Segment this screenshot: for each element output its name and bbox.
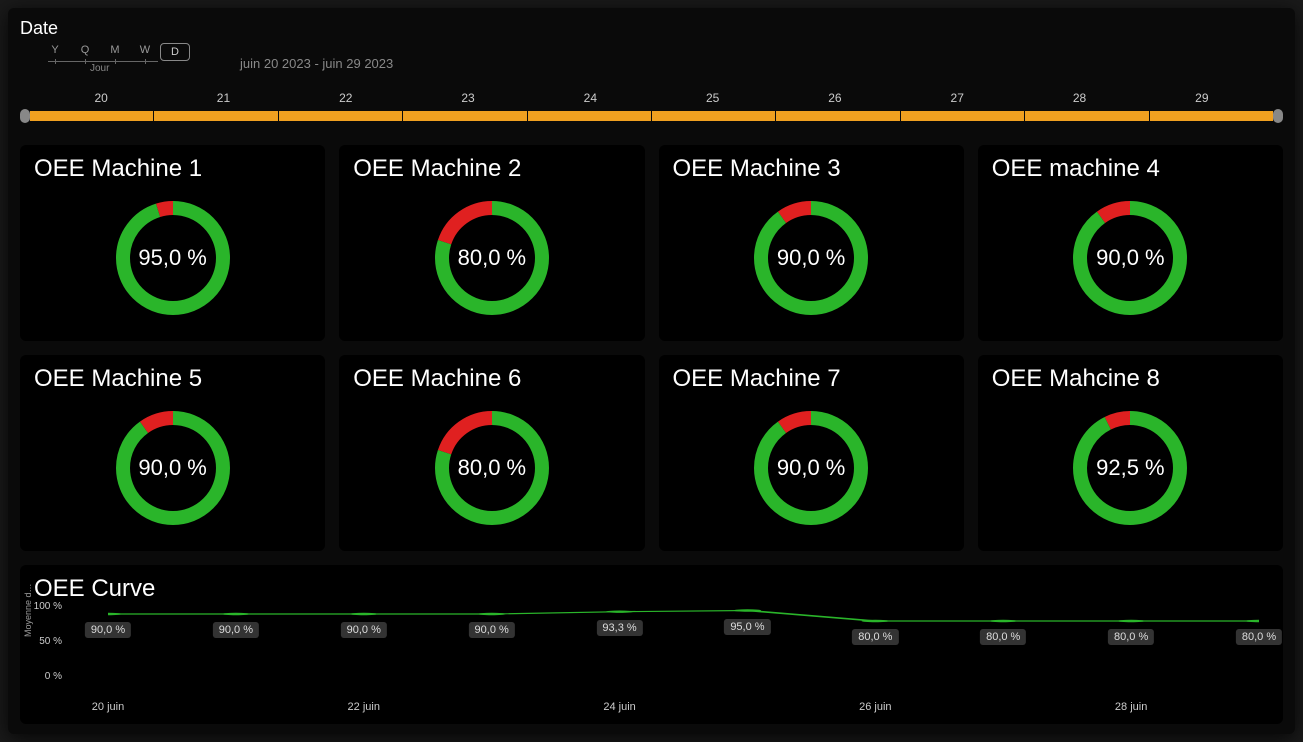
timeline-segment[interactable] xyxy=(1150,111,1273,121)
gauge-donut: 80,0 % xyxy=(353,399,630,537)
timeline-segment[interactable] xyxy=(279,111,402,121)
gauge-value: 90,0 % xyxy=(777,455,846,481)
gauge-grid: OEE Machine 1 95,0 %OEE Machine 2 80,0 %… xyxy=(20,145,1283,551)
gauge-donut: 90,0 % xyxy=(34,399,311,537)
timeline-day-label: 29 xyxy=(1141,91,1263,105)
curve-data-label: 80,0 % xyxy=(1108,629,1154,645)
curve-xtick: 26 juin xyxy=(859,701,891,713)
gauge-title: OEE Machine 2 xyxy=(353,155,630,183)
gauge-value: 92,5 % xyxy=(1096,455,1165,481)
curve-data-label: 95,0 % xyxy=(724,619,770,635)
timeline-day-label: 27 xyxy=(896,91,1018,105)
timeline-day-label: 28 xyxy=(1018,91,1140,105)
granularity-week[interactable]: W xyxy=(130,44,160,60)
curve-data-label: 80,0 % xyxy=(852,629,898,645)
gauge-value: 80,0 % xyxy=(458,455,527,481)
curve-data-label: 80,0 % xyxy=(980,629,1026,645)
oee-curve-panel: OEE Curve Moyenne d… 100 %50 %0 % 90,0 %… xyxy=(20,565,1283,724)
timeline-handle-left[interactable] xyxy=(20,109,30,123)
gauge-card-1[interactable]: OEE Machine 1 95,0 % xyxy=(20,145,325,341)
gauge-value: 90,0 % xyxy=(138,455,207,481)
curve-xtick: 28 juin xyxy=(1115,701,1147,713)
gauge-card-2[interactable]: OEE Machine 2 80,0 % xyxy=(339,145,644,341)
curve-data-label: 90,0 % xyxy=(341,622,387,638)
curve-data-label: 90,0 % xyxy=(469,622,515,638)
timeline-segment[interactable] xyxy=(30,111,153,121)
gauge-donut: 90,0 % xyxy=(673,189,950,327)
timeline-segment[interactable] xyxy=(154,111,277,121)
gauge-card-4[interactable]: OEE machine 4 90,0 % xyxy=(978,145,1283,341)
timeline-day-label: 23 xyxy=(407,91,529,105)
curve-xtick: 20 juin xyxy=(92,701,124,713)
timeline-day-label: 20 xyxy=(40,91,162,105)
curve-data-label: 90,0 % xyxy=(213,622,259,638)
gauge-donut: 95,0 % xyxy=(34,189,311,327)
timeline-segment[interactable] xyxy=(403,111,526,121)
dashboard: Date Y Q M W D Jour juin 20 2023 - juin … xyxy=(8,8,1295,734)
granularity-day[interactable]: D xyxy=(160,43,190,61)
timeline-segment[interactable] xyxy=(776,111,899,121)
granularity-axis xyxy=(48,61,158,62)
curve-chart: Moyenne d… 100 %50 %0 % 90,0 %90,0 %90,0… xyxy=(34,607,1269,697)
gauge-donut: 92,5 % xyxy=(992,399,1269,537)
gauge-card-7[interactable]: OEE Machine 7 90,0 % xyxy=(659,355,964,551)
curve-ytick: 0 % xyxy=(22,671,62,682)
timeline-handle-right[interactable] xyxy=(1273,109,1283,123)
curve-ytick: 50 % xyxy=(22,636,62,647)
timeline-bar[interactable] xyxy=(20,109,1283,123)
granularity-year[interactable]: Y xyxy=(40,44,70,60)
gauge-card-5[interactable]: OEE Machine 5 90,0 % xyxy=(20,355,325,551)
gauge-donut: 90,0 % xyxy=(992,189,1269,327)
gauge-card-3[interactable]: OEE Machine 3 90,0 % xyxy=(659,145,964,341)
granularity-selector[interactable]: Y Q M W D xyxy=(40,43,1283,61)
granularity-month[interactable]: M xyxy=(100,44,130,60)
date-title: Date xyxy=(20,18,1283,39)
granularity-quarter[interactable]: Q xyxy=(70,44,100,60)
curve-data-label: 80,0 % xyxy=(1236,629,1282,645)
gauge-card-6[interactable]: OEE Machine 6 80,0 % xyxy=(339,355,644,551)
gauge-card-8[interactable]: OEE Mahcine 8 92,5 % xyxy=(978,355,1283,551)
timeline-segment[interactable] xyxy=(901,111,1024,121)
timeline-slider[interactable]: 20212223242526272829 xyxy=(20,91,1283,127)
gauge-donut: 80,0 % xyxy=(353,189,630,327)
curve-plot-area: 90,0 %90,0 %90,0 %90,0 %93,3 %95,0 %80,0… xyxy=(108,607,1259,677)
gauge-title: OEE machine 4 xyxy=(992,155,1269,183)
curve-xtick: 24 juin xyxy=(603,701,635,713)
gauge-title: OEE Machine 1 xyxy=(34,155,311,183)
timeline-day-labels: 20212223242526272829 xyxy=(20,91,1283,105)
gauge-value: 80,0 % xyxy=(458,245,527,271)
gauge-title: OEE Machine 7 xyxy=(673,365,950,393)
timeline-day-label: 21 xyxy=(162,91,284,105)
gauge-title: OEE Machine 3 xyxy=(673,155,950,183)
timeline-day-label: 22 xyxy=(285,91,407,105)
curve-data-label: 90,0 % xyxy=(85,622,131,638)
curve-title: OEE Curve xyxy=(34,575,1269,603)
gauge-value: 90,0 % xyxy=(1096,245,1165,271)
gauge-title: OEE Mahcine 8 xyxy=(992,365,1269,393)
gauge-donut: 90,0 % xyxy=(673,399,950,537)
gauge-title: OEE Machine 6 xyxy=(353,365,630,393)
timeline-day-label: 25 xyxy=(651,91,773,105)
timeline-day-label: 26 xyxy=(774,91,896,105)
gauge-value: 95,0 % xyxy=(138,245,207,271)
timeline-segments xyxy=(30,111,1273,121)
gauge-title: OEE Machine 5 xyxy=(34,365,311,393)
date-filter-panel: Date Y Q M W D Jour juin 20 2023 - juin … xyxy=(20,18,1283,127)
timeline-segment[interactable] xyxy=(528,111,651,121)
timeline-segment[interactable] xyxy=(652,111,775,121)
timeline-day-label: 24 xyxy=(529,91,651,105)
timeline-segment[interactable] xyxy=(1025,111,1148,121)
curve-ytick: 100 % xyxy=(22,601,62,612)
curve-xtick: 22 juin xyxy=(348,701,380,713)
curve-data-label: 93,3 % xyxy=(596,620,642,636)
gauge-value: 90,0 % xyxy=(777,245,846,271)
